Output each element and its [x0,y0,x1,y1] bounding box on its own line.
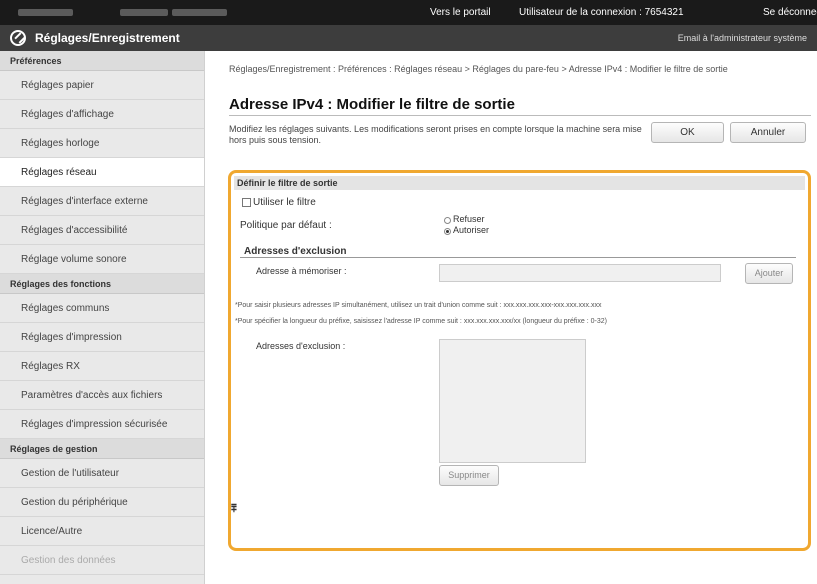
sidebar: Préférences Réglages papier Réglages d'a… [0,51,205,584]
sidebar-item-paper[interactable]: Réglages papier [0,71,204,100]
portal-link[interactable]: Vers le portail [430,7,491,18]
sidebar-item-rx[interactable]: Réglages RX [0,352,204,381]
logged-in-user: Utilisateur de la connexion : 7654321 [519,7,684,18]
top-bar: Vers le portail Utilisateur de la connex… [0,0,817,25]
address-input[interactable] [439,264,721,282]
app-header: Réglages/Enregistrement Email à l'admini… [0,25,817,51]
sidebar-heading: Réglages de gestion [0,439,204,459]
add-button[interactable]: Ajouter [745,263,793,284]
panel-heading: Définir le filtre de sortie [234,176,805,190]
page-description: Modifiez les réglages suivants. Les modi… [229,124,642,145]
sidebar-item-file-access[interactable]: Paramètres d'accès aux fichiers [0,381,204,410]
sidebar-item-user-management[interactable]: Gestion de l'utilisateur [0,459,204,488]
prefix-note: *Pour spécifier la longueur du préfixe, … [235,318,607,325]
exclusion-heading: Adresses d'exclusion [244,246,347,257]
ok-button[interactable]: OK [651,122,724,143]
sidebar-item-license[interactable]: Licence/Autre [0,517,204,546]
default-policy-label: Politique par défaut : [240,220,332,231]
sidebar-item-print[interactable]: Réglages d'impression [0,323,204,352]
sidebar-item-device-management[interactable]: Gestion du périphérique [0,488,204,517]
sidebar-item-external-interface[interactable]: Réglages d'interface externe [0,187,204,216]
policy-allow-label[interactable]: Autoriser [453,225,489,235]
sidebar-heading: Réglages des fonctions [0,274,204,294]
use-filter-label[interactable]: Utiliser le filtre [253,197,316,208]
admin-email-link[interactable]: Email à l'administrateur système [678,33,807,43]
policy-reject-radio[interactable] [444,217,451,224]
output-filter-panel: Définir le filtre de sortie Utiliser le … [228,170,811,551]
settings-logo-icon [10,30,26,46]
sidebar-item-clock[interactable]: Réglages horloge [0,129,204,158]
main-content: Réglages/Enregistrement : Préférences : … [206,51,817,584]
sidebar-item-network[interactable]: Réglages réseau [0,158,204,187]
policy-allow-radio[interactable] [444,228,451,235]
blurred-text [18,9,73,16]
delete-button[interactable]: Supprimer [439,465,499,486]
exclusion-address-list[interactable] [439,339,586,463]
page-title: Adresse IPv4 : Modifier le filtre de sor… [229,96,515,113]
exclusion-list-label: Adresses d'exclusion : [256,341,346,351]
app-title: Réglages/Enregistrement [35,31,180,45]
divider [229,115,811,116]
sidebar-item-volume[interactable]: Réglage volume sonore [0,245,204,274]
sidebar-item-display[interactable]: Réglages d'affichage [0,100,204,129]
address-to-store-label: Adresse à mémoriser : [256,266,347,276]
blurred-text [172,9,227,16]
policy-reject-label[interactable]: Refuser [453,214,485,224]
use-filter-checkbox[interactable] [242,198,251,207]
range-note: *Pour saisir plusieurs adresses IP simul… [235,302,602,309]
sidebar-heading: Préférences [0,51,204,71]
divider [240,257,796,258]
sidebar-item-common[interactable]: Réglages communs [0,294,204,323]
blurred-text [120,9,168,16]
sidebar-item-data-management[interactable]: Gestion des données [0,546,204,575]
logout-link[interactable]: Se déconnecter [763,7,817,18]
breadcrumb: Réglages/Enregistrement : Préférences : … [229,64,728,74]
back-to-top-icon[interactable]: ⩱ [231,504,237,515]
sidebar-item-accessibility[interactable]: Réglages d'accessibilité [0,216,204,245]
cancel-button[interactable]: Annuler [730,122,806,143]
sidebar-item-secure-print[interactable]: Réglages d'impression sécurisée [0,410,204,439]
